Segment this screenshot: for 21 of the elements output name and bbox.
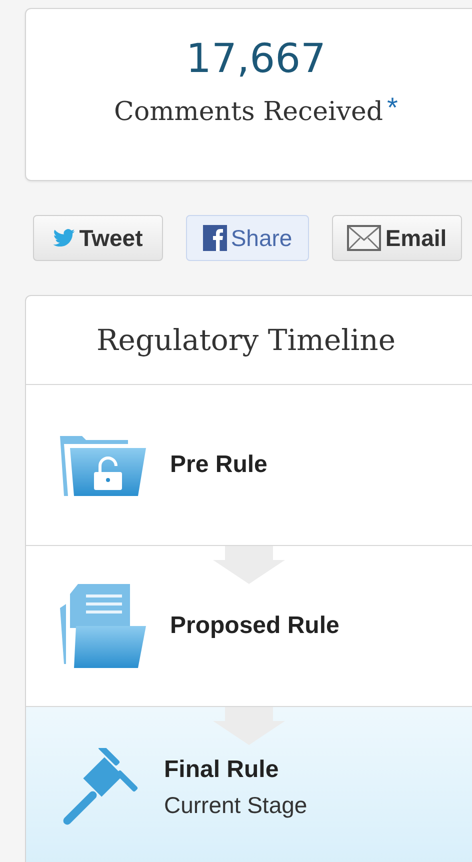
bird-icon (53, 229, 76, 247)
stage-status: Current Stage (164, 792, 308, 818)
down-arrow-icon (213, 707, 285, 745)
comments-label: Comments Received (114, 97, 384, 127)
timeline-stage[interactable]: Pre Rule (26, 385, 472, 546)
email-button[interactable]: Email (332, 215, 462, 261)
envelope-icon (347, 225, 382, 251)
timeline-title: Regulatory Timeline (26, 296, 472, 385)
stage-label: Proposed Rule (170, 612, 340, 640)
timeline-stage[interactable]: Proposed Rule (26, 546, 472, 707)
stage-label: Pre Rule (170, 451, 268, 479)
comment-count: 17,667 (186, 39, 326, 79)
document-folder-icon (60, 584, 148, 668)
share-button[interactable]: Share (186, 215, 309, 261)
timeline-stage[interactable]: Final Rule Current Stage (26, 707, 472, 862)
down-arrow-icon (213, 546, 285, 584)
footnote-mark: * (387, 97, 398, 120)
share-button[interactable]: Tweet (33, 215, 163, 261)
f-logo-icon (202, 225, 227, 251)
stage-label: Final Rule (164, 756, 280, 784)
folder-lock-icon (60, 434, 148, 496)
